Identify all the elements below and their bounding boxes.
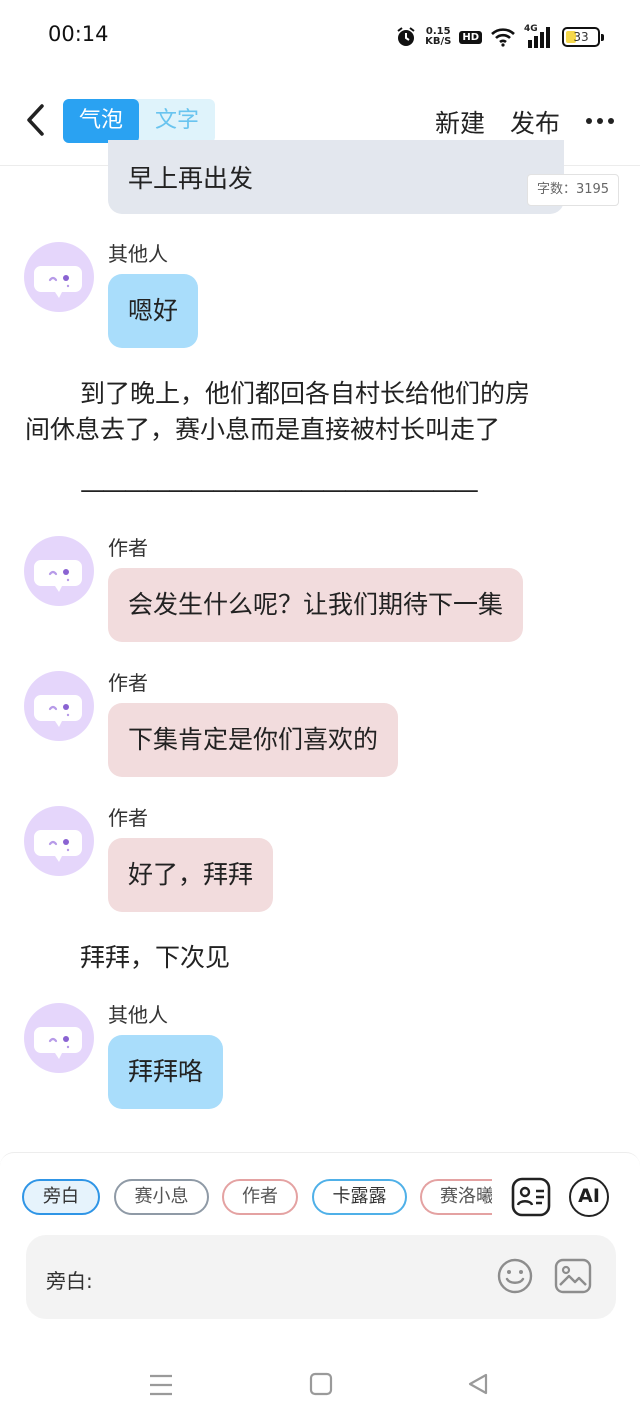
status-icons: 0.15 KB/S HD 4G 33 (395, 24, 604, 50)
chat-bubble[interactable]: 下集肯定是你们喜欢的 (108, 703, 399, 777)
back-triangle-icon[interactable] (466, 1372, 490, 1396)
sender-name: 作者 (108, 536, 148, 560)
avatar-face-icon (34, 1027, 82, 1059)
character-chip[interactable]: 卡露露 (312, 1179, 407, 1215)
home-icon[interactable] (309, 1372, 333, 1396)
alarm-icon (397, 27, 415, 46)
network-speed: 0.15 KB/S (425, 26, 452, 47)
avatar-face-icon (34, 266, 82, 298)
system-nav-bar (0, 1352, 640, 1422)
clock: 00:14 (48, 22, 109, 46)
bubble-text: 早上再出发 (128, 164, 254, 193)
chat-bubble[interactable]: 好了，拜拜 (108, 838, 274, 912)
emoji-icon[interactable] (496, 1257, 534, 1295)
character-chip[interactable]: 旁白 (22, 1179, 100, 1215)
avatar[interactable] (24, 536, 94, 606)
avatar-face-icon (34, 560, 82, 592)
ai-icon[interactable]: AI (569, 1177, 609, 1217)
avatar-face-icon (34, 695, 82, 727)
word-count-badge: 字数：3195 (527, 174, 619, 206)
mode-bubble-tab[interactable]: 气泡 (63, 99, 139, 143)
message-input[interactable] (104, 1261, 484, 1293)
battery-indicator: 33 (562, 27, 604, 47)
narration-divider[interactable]: —————————————————— (80, 472, 479, 508)
narration-line[interactable]: 到了晚上，他们都回各自村长给他们的房 (80, 376, 530, 412)
sender-name: 其他人 (108, 242, 168, 266)
view-mode-toggle: 气泡 文字 (63, 99, 215, 143)
composer-input-box: 旁白: (26, 1235, 616, 1319)
avatar[interactable] (24, 242, 94, 312)
character-chip[interactable]: 作者 (222, 1179, 298, 1215)
sender-name: 作者 (108, 671, 148, 695)
input-role-label: 旁白: (46, 1269, 93, 1293)
sender-name: 作者 (108, 806, 148, 830)
signal-icon (528, 27, 550, 48)
avatar[interactable] (24, 806, 94, 876)
avatar[interactable] (24, 671, 94, 741)
publish-button[interactable]: 发布 (510, 104, 560, 140)
hd-badge: HD (459, 30, 482, 44)
new-button[interactable]: 新建 (435, 104, 485, 140)
narration-line[interactable]: 间休息去了，赛小息而是直接被村长叫走了 (25, 412, 500, 448)
avatar[interactable] (24, 1003, 94, 1073)
image-icon[interactable] (554, 1257, 592, 1295)
status-bar: 00:14 0.15 KB/S HD 4G 33 (0, 0, 640, 76)
sender-name: 其他人 (108, 1003, 168, 1027)
character-chip[interactable]: 赛洛曦 (420, 1179, 492, 1215)
more-icon[interactable] (586, 118, 614, 126)
mode-text-tab[interactable]: 文字 (139, 99, 215, 143)
menu-icon[interactable] (148, 1372, 174, 1398)
wifi-icon (491, 28, 515, 47)
chat-bubble[interactable]: 会发生什么呢？让我们期待下一集 (108, 568, 524, 642)
chat-bubble[interactable]: 嗯好 (108, 274, 199, 348)
cellular-signal: 4G (524, 24, 554, 49)
narration-line[interactable]: 拜拜，下次见 (80, 940, 230, 976)
chat-bubble[interactable]: 早上再出发 (108, 140, 564, 214)
character-chip[interactable]: 赛小息 (114, 1179, 209, 1215)
chat-bubble[interactable]: 拜拜咯 (108, 1035, 224, 1109)
back-chevron-icon[interactable] (20, 100, 56, 140)
composer-panel: 旁白 赛小息 作者 卡露露 赛洛曦 AI 旁白: (0, 1152, 640, 1352)
avatar-face-icon (34, 830, 82, 862)
character-card-icon[interactable] (511, 1177, 551, 1217)
